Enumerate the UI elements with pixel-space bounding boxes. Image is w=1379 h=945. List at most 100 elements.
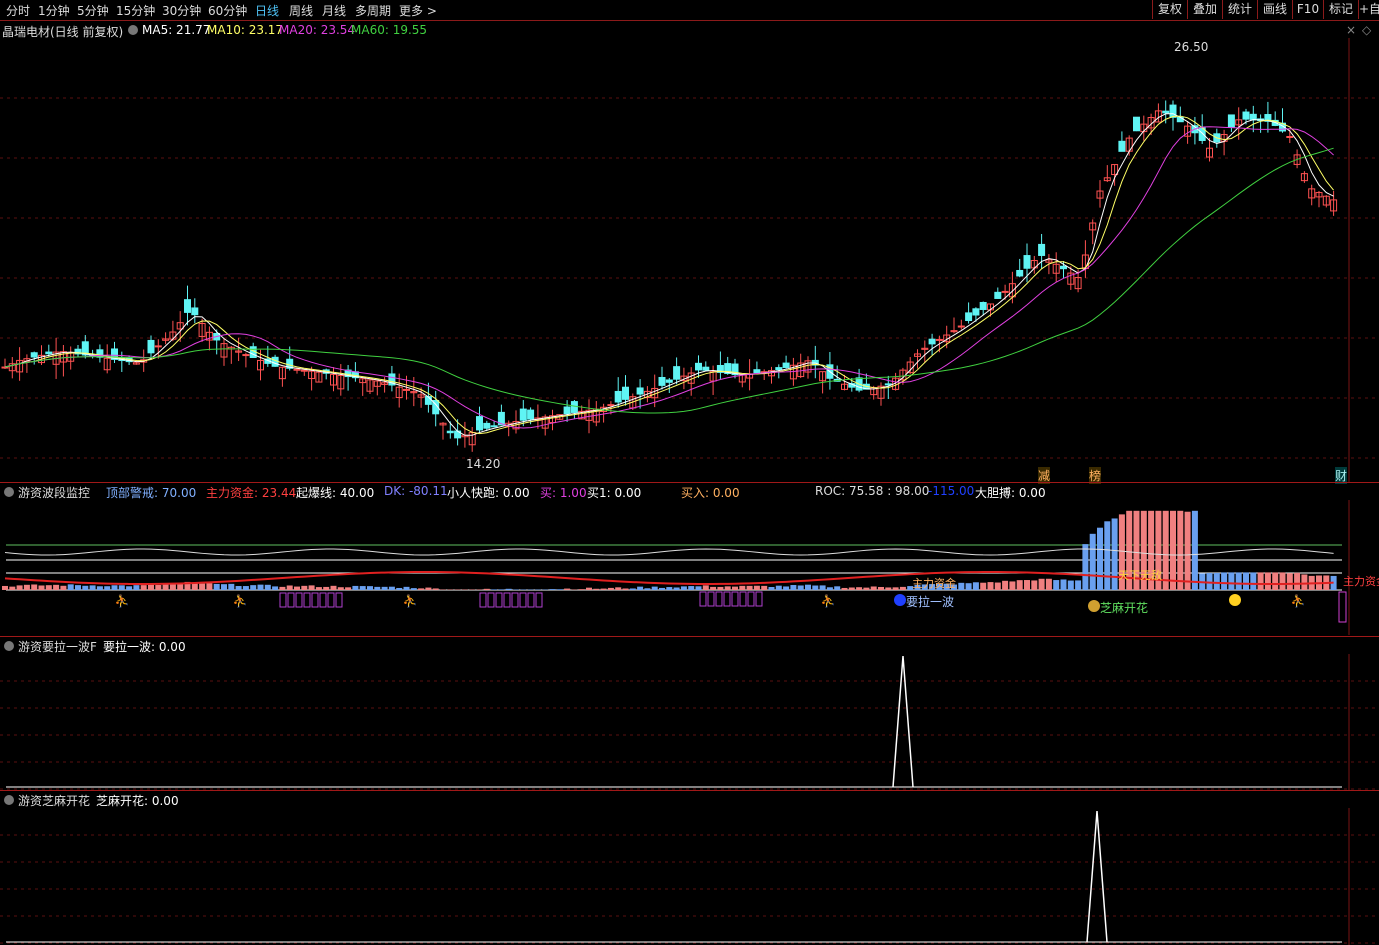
fund-bar [1002, 580, 1009, 590]
mark-button[interactable]: 标记 [1323, 0, 1358, 19]
candle-down [928, 338, 936, 345]
fund-bar [53, 584, 60, 590]
fund-bar [301, 585, 308, 590]
purple-bar [707, 591, 715, 607]
fund-bar [272, 586, 279, 590]
period-daily[interactable]: 日线 [255, 2, 279, 19]
fund-bar [505, 588, 512, 590]
draw-button[interactable]: 画线 [1257, 0, 1292, 19]
fund-bar [279, 586, 286, 590]
panel1-title: 游资波段监控 [18, 486, 91, 500]
fund-bar [60, 585, 67, 590]
candle-up [607, 404, 615, 407]
fund-bar [651, 586, 658, 590]
f10-button[interactable]: F10 [1292, 0, 1323, 19]
purple-bar [311, 592, 319, 608]
fund-bar [257, 584, 264, 590]
period-5min[interactable]: 5分钟 [77, 2, 109, 19]
period-weekly[interactable]: 周线 [289, 2, 313, 19]
candle-down [184, 299, 191, 313]
period-more[interactable]: 更多 > [399, 2, 437, 19]
period-multi[interactable]: 多周期 [355, 2, 391, 19]
fund-bar [878, 586, 884, 590]
fund-bar [1045, 578, 1052, 590]
fund-bar [870, 586, 877, 590]
fund-bar [965, 583, 972, 590]
fund-bar [38, 585, 45, 590]
pull-wave-chart[interactable] [0, 654, 1379, 790]
fund-bar [403, 586, 410, 590]
settings-icon[interactable] [4, 795, 14, 805]
fund-bar [710, 586, 717, 590]
annotation-sesame: 芝麻开花 [1100, 601, 1149, 615]
fund-bar [16, 585, 23, 590]
fund-bar [724, 586, 731, 590]
fund-bar [432, 588, 439, 590]
purple-bar [723, 591, 731, 607]
panel1-main-fund: 主力资金: 23.44 [206, 486, 297, 500]
fund-bar [410, 588, 417, 590]
signal-spike [1086, 810, 1108, 943]
candle-down [476, 416, 483, 431]
candle-down [775, 367, 783, 370]
fund-bar [1009, 581, 1016, 590]
purple-bar [527, 592, 535, 608]
fund-bar [1213, 572, 1220, 590]
fund-monitor-chart[interactable]: ⛹ ⛹ ⛹ ⛹ ⛹ [0, 500, 1379, 635]
stats-button[interactable]: 统计 [1222, 0, 1257, 19]
period-15min[interactable]: 15分钟 [116, 2, 155, 19]
period-1min[interactable]: 1分钟 [38, 2, 70, 19]
fund-bar [702, 585, 709, 590]
fund-bar [491, 589, 498, 590]
fund-bar [96, 586, 103, 590]
candlestick-chart[interactable] [0, 38, 1379, 483]
period-60min[interactable]: 60分钟 [208, 2, 247, 19]
fund-bar [1082, 544, 1089, 590]
overlay-button[interactable]: 叠加 [1187, 0, 1222, 19]
fund-bar [323, 586, 330, 590]
fund-bar [586, 587, 592, 590]
purple-bar [279, 592, 287, 608]
diamond-icon[interactable]: ◇ [1362, 23, 1371, 37]
settings-icon[interactable] [4, 487, 14, 497]
ma20-label: MA20: 23.54 [279, 23, 356, 37]
fund-bar [140, 585, 147, 590]
panel2-title: 游资要拉一波F [18, 640, 97, 654]
panel1-neg: -115.00 [928, 484, 975, 498]
fund-bar [856, 587, 863, 590]
adjust-button[interactable]: 复权 [1152, 0, 1187, 19]
candle-down [490, 425, 498, 428]
fund-bar [972, 582, 979, 590]
fund-bar [1221, 572, 1228, 590]
fund-bar [1060, 579, 1067, 590]
custom-button[interactable]: +自 [1358, 0, 1379, 19]
purple-bar [699, 591, 707, 607]
settings-icon[interactable] [128, 25, 138, 35]
fund-bar [659, 587, 665, 590]
candle-down [994, 291, 1002, 299]
settings-icon[interactable] [4, 641, 14, 651]
fund-bar [848, 587, 855, 590]
fund-bar [330, 585, 337, 590]
fund-bar [206, 583, 213, 590]
fund-bar [162, 583, 169, 590]
candle-down [1169, 104, 1177, 118]
candle-up [957, 325, 965, 328]
fund-bar [819, 585, 826, 590]
fund-bar [264, 584, 271, 590]
fund-bar [9, 586, 16, 590]
purple-bar [755, 591, 763, 607]
sesame-chart[interactable] [0, 808, 1379, 945]
fund-bar [637, 586, 644, 590]
period-monthly[interactable]: 月线 [322, 2, 346, 19]
fund-bar [688, 586, 695, 590]
purple-bar [739, 591, 747, 607]
candle-down [147, 339, 155, 354]
fund-bar [834, 586, 841, 590]
candle-down [782, 362, 790, 368]
candle-up [403, 388, 410, 391]
period-minute[interactable]: 分时 [6, 2, 30, 19]
period-30min[interactable]: 30分钟 [162, 2, 201, 19]
close-icon[interactable]: × [1346, 23, 1356, 37]
purple-bar [511, 592, 519, 608]
